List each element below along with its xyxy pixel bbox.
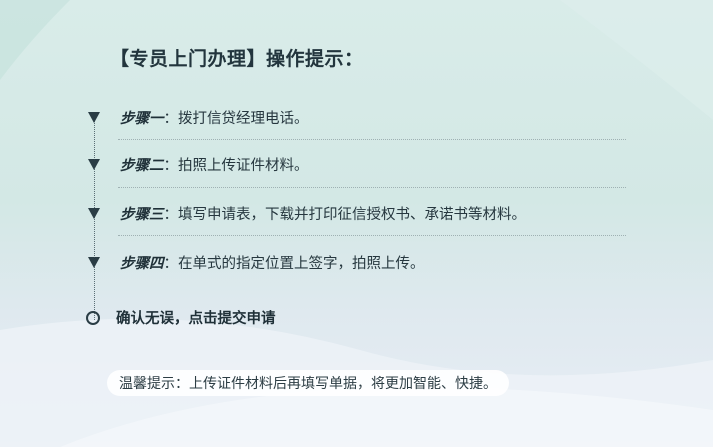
step-name: 步骤三	[120, 206, 164, 223]
step-4: 步骤四 ： 在单式的指定位置上签字，拍照上传。	[88, 250, 425, 274]
triangle-down-icon	[88, 256, 100, 268]
step-separator: ：	[163, 110, 179, 127]
step-text: 拨打信贷经理电话。	[178, 110, 309, 127]
confirm-label: 确认无误，点击提交申请	[116, 311, 276, 327]
page-title: 【专员上门办理】操作提示：	[110, 48, 364, 70]
step-separator: ：	[163, 255, 179, 272]
step-separator: ：	[163, 157, 179, 174]
step-separator: ：	[163, 206, 179, 223]
tip-banner: 温馨提示：上传证件材料后再填写单据，将更加智能、快捷。	[107, 370, 509, 396]
step-1: 步骤一 ： 拨打信贷经理电话。	[88, 105, 309, 129]
step-3: 步骤三 ： 填写申请表，下载并打印征信授权书、承诺书等材料。	[88, 201, 526, 225]
step-text: 拍照上传证件材料。	[178, 157, 309, 174]
step-text: 在单式的指定位置上签字，拍照上传。	[178, 255, 425, 272]
step-name: 步骤一	[120, 110, 164, 127]
step-name: 步骤四	[120, 255, 164, 272]
step-divider	[118, 235, 626, 236]
tip-text: 温馨提示：上传证件材料后再填写单据，将更加智能、快捷。	[119, 376, 497, 392]
triangle-down-icon	[88, 111, 100, 123]
step-name: 步骤二	[120, 157, 164, 174]
confirm-submit[interactable]: 确认无误，点击提交申请	[86, 307, 276, 328]
step-divider	[118, 187, 626, 188]
step-text: 填写申请表，下载并打印征信授权书、承诺书等材料。	[178, 206, 526, 223]
instructions-panel: 【专员上门办理】操作提示： 步骤一 ： 拨打信贷经理电话。 步骤二 ： 拍照上传…	[0, 0, 713, 447]
step-divider	[118, 139, 626, 140]
ring-icon	[86, 310, 100, 325]
triangle-down-icon	[88, 207, 100, 219]
triangle-down-icon	[88, 158, 100, 170]
step-2: 步骤二 ： 拍照上传证件材料。	[88, 152, 309, 176]
